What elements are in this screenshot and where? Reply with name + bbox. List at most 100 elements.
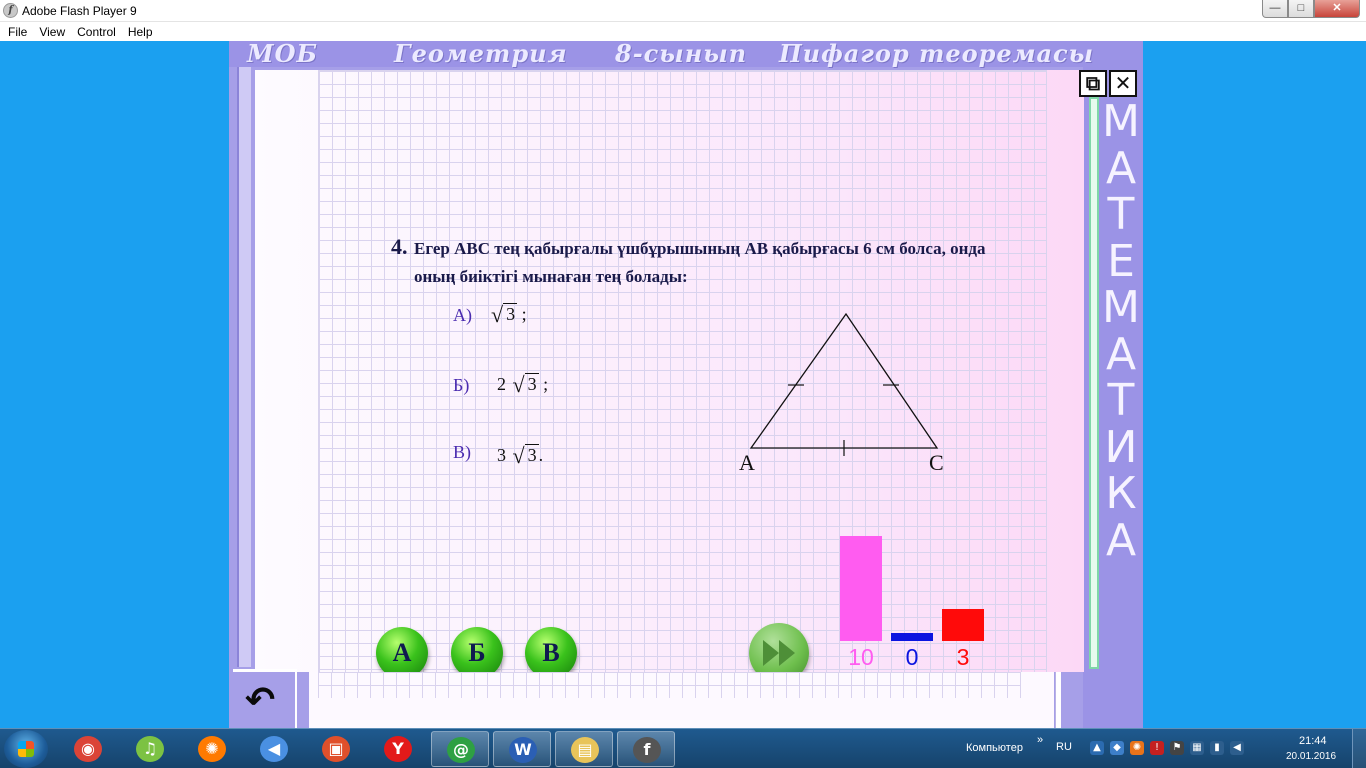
bottom-edge — [1055, 672, 1061, 728]
start-button[interactable] — [4, 730, 48, 768]
option-c-coefficient: 3 — [497, 445, 506, 465]
worksheet: 4. Егер ABC тең қабырғалы үшбұрышының AB… — [255, 70, 1084, 697]
option-b-label: Б) — [453, 375, 470, 395]
window-title: Adobe Flash Player 9 — [22, 4, 137, 18]
option-b-expression: 2 √ 3 ; — [497, 372, 548, 398]
volume-icon[interactable]: ◀ — [1230, 741, 1244, 755]
side-title: М А Т Е М А Т И К А — [1099, 96, 1143, 566]
taskbar-app-sound[interactable]: ◀ — [245, 731, 303, 767]
vertex-a-label: A — [739, 450, 755, 475]
taskbar-app-avast[interactable]: ✺ — [183, 731, 241, 767]
side-title-letter: Т — [1107, 375, 1135, 426]
menu-control[interactable]: Control — [71, 22, 122, 41]
option-b-suffix: ; — [543, 374, 549, 394]
minimize-button[interactable]: — — [1262, 0, 1288, 18]
menu-bar: File View Control Help — [0, 22, 1366, 41]
flash-player-icon: f — [3, 3, 18, 18]
taskbar: ◉ ♫ ✺ ◀ ▣ Y @ W ▤ f Компьютер » RU ▲ ◆ ✺ ! ⚑ ▦ ▮ … — [0, 728, 1366, 768]
flash-stage: МОБ Геометрия 8-сынып Пифагор теоремасы … — [229, 41, 1143, 728]
flag-icon[interactable]: ⚑ — [1170, 741, 1184, 755]
option-a-suffix: ; — [521, 304, 527, 324]
side-title-letter: Т — [1107, 189, 1135, 240]
taskbar-app-explorer[interactable]: ▤ — [555, 731, 613, 767]
taskbar-app-chrome[interactable]: ◉ — [59, 731, 117, 767]
stage-controls: ⧉ ✕ — [1077, 70, 1137, 97]
sqrt-symbol: √ 3 — [491, 302, 518, 327]
subject-name: Геометрия — [394, 41, 568, 68]
side-title-letter: И — [1104, 421, 1138, 473]
side-title-letter: К — [1105, 468, 1137, 519]
warning-icon[interactable]: ! — [1150, 741, 1164, 755]
mail-agent-icon: @ — [447, 737, 475, 763]
side-title-letter: М — [1102, 96, 1140, 147]
taskbar-app-mail-agent[interactable]: @ — [431, 731, 489, 767]
vertex-c-label: C — [929, 450, 944, 475]
taskbar-app-music[interactable]: ♫ — [121, 731, 179, 767]
score-bar-wrong — [942, 609, 984, 641]
video-icon: ▣ — [322, 736, 350, 762]
tray-arrow-icon[interactable]: ▲ — [1090, 741, 1104, 755]
close-button[interactable]: ✕ — [1314, 0, 1360, 18]
maximize-button[interactable]: □ — [1288, 0, 1314, 18]
flash-icon: f — [633, 737, 661, 763]
action-center-icon[interactable]: ▦ — [1190, 741, 1204, 755]
side-title-letter: А — [1105, 142, 1137, 194]
menu-file[interactable]: File — [2, 22, 33, 41]
yandex-icon: Y — [384, 736, 412, 762]
question-text-line1: Егер ABC тең қабырғалы үшбұрышының AB қа… — [414, 239, 986, 258]
clock-date[interactable]: 20.01.2016 — [1286, 751, 1336, 762]
triangle-diagram: B A C — [739, 312, 944, 475]
side-title-letter: А — [1105, 514, 1137, 566]
option-c-label: В) — [453, 442, 471, 462]
subject-code: МОБ — [247, 41, 318, 68]
left-frame — [237, 67, 251, 667]
score-correct-value: 10 — [848, 644, 874, 670]
avast-icon: ✺ — [198, 736, 226, 762]
score-bar-correct — [840, 536, 882, 641]
bottom-grid — [318, 672, 1021, 698]
windows-logo-icon — [18, 741, 34, 757]
undo-arrow-icon[interactable]: ↶ — [245, 683, 275, 719]
sqrt-symbol: √ 3 — [512, 443, 539, 468]
word-icon: W — [509, 737, 537, 763]
taskbar-app-yandex[interactable]: Y — [369, 731, 427, 767]
taskbar-app-word[interactable]: W — [493, 731, 551, 767]
side-panel-strip — [1089, 97, 1099, 669]
side-title-letter: М — [1102, 282, 1140, 333]
topic-title: Пифагор теоремасы — [779, 41, 1095, 68]
language-indicator[interactable]: RU — [1056, 741, 1072, 753]
title-bar: f Adobe Flash Player 9 — □ ✕ — [0, 0, 1366, 22]
option-a-expression: √ 3 ; — [489, 302, 527, 328]
question-number: 4. — [391, 234, 408, 259]
window-controls: — □ ✕ — [1262, 0, 1360, 18]
close-icon[interactable]: ✕ — [1109, 70, 1137, 97]
show-desktop-button[interactable] — [1352, 729, 1366, 768]
taskbar-app-flash[interactable]: f — [617, 731, 675, 767]
network-icon[interactable]: ▮ — [1210, 741, 1224, 755]
avast-tray-icon[interactable]: ✺ — [1130, 741, 1144, 755]
grade-label: 8-сынып — [615, 41, 748, 68]
dropbox-icon[interactable]: ◆ — [1110, 741, 1124, 755]
option-b-radicand: 3 — [524, 373, 539, 394]
score-blue-value: 0 — [905, 644, 919, 670]
side-title-letter: Е — [1107, 235, 1135, 287]
toolbar-chevron[interactable]: » — [1037, 734, 1043, 746]
option-a-label: А) — [453, 305, 472, 325]
system-tray: ▲ ◆ ✺ ! ⚑ ▦ ▮ ◀ — [1090, 741, 1244, 755]
score-bar-blue — [891, 633, 933, 641]
explorer-icon: ▤ — [571, 737, 599, 763]
option-a-radicand: 3 — [503, 303, 518, 324]
music-icon: ♫ — [136, 736, 164, 762]
score-wrong-value: 3 — [956, 644, 970, 670]
menu-help[interactable]: Help — [122, 22, 159, 41]
clock-time[interactable]: 21:44 — [1299, 735, 1327, 747]
triangle-shape — [749, 312, 939, 449]
lesson-header: МОБ Геометрия 8-сынып Пифагор теоремасы — [229, 41, 1143, 68]
option-c-radicand: 3 — [524, 444, 539, 465]
computer-label[interactable]: Компьютер — [966, 742, 1023, 754]
sqrt-symbol: √ 3 — [512, 372, 539, 397]
restore-icon[interactable]: ⧉ — [1079, 70, 1107, 97]
taskbar-app-video[interactable]: ▣ — [307, 731, 365, 767]
sound-icon: ◀ — [260, 736, 288, 762]
menu-view[interactable]: View — [33, 22, 71, 41]
